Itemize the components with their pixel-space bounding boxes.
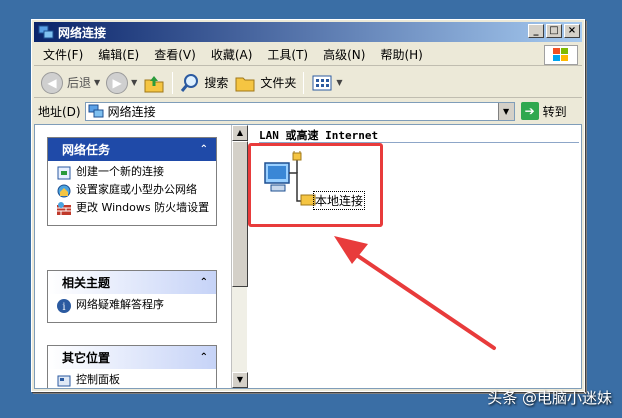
watermark: 头条 @电脑小迷妹 [487, 389, 612, 407]
annotation-arrow [334, 236, 496, 350]
